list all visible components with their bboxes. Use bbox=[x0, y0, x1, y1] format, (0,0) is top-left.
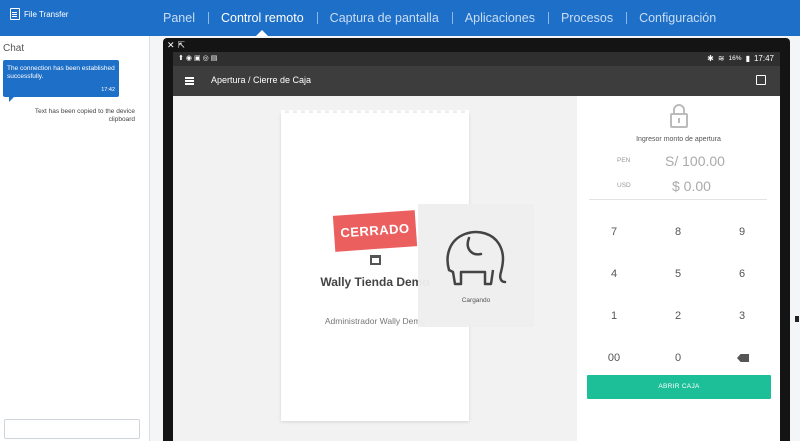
status-badge: CERRADO bbox=[332, 210, 418, 252]
android-status-bar: ⬆◉▣◎▤ ✱ ≋ 16% ▮ 17:47 bbox=[173, 52, 780, 66]
keypad-9[interactable]: 9 bbox=[722, 222, 762, 242]
nav-tabs: Panel Control remoto Captura de pantalla… bbox=[150, 0, 729, 36]
app-bar: Apertura / Cierre de Caja bbox=[173, 66, 780, 96]
wifi-icon: ≋ bbox=[717, 54, 725, 63]
tab-aplicaciones[interactable]: Aplicaciones bbox=[451, 0, 548, 36]
chat-message: The connection has been established succ… bbox=[3, 60, 119, 102]
keypad-6[interactable]: 6 bbox=[722, 264, 762, 284]
device-screen[interactable]: ⬆◉▣◎▤ ✱ ≋ 16% ▮ 17:47 Apertura / Cierre … bbox=[173, 52, 780, 441]
chat-panel: Chat The connection has been established… bbox=[0, 36, 150, 441]
divider bbox=[589, 199, 767, 200]
currency-code: USD bbox=[617, 182, 631, 189]
remote-device-frame: ✕ ⇱ ⬆◉▣◎▤ ✱ ≋ 16% ▮ 17:47 Apertura / Cie… bbox=[163, 38, 790, 441]
opening-panel: Ingresor monto de apertura PEN S/ 100.00… bbox=[577, 96, 780, 441]
elephant-icon bbox=[446, 230, 507, 286]
currency-row-usd[interactable]: USD $ 0.00 bbox=[577, 177, 780, 197]
brand-label: File Transfer bbox=[24, 9, 69, 19]
file-transfer-icon bbox=[10, 8, 20, 20]
tab-procesos[interactable]: Procesos bbox=[547, 0, 626, 36]
keypad-1[interactable]: 1 bbox=[594, 306, 634, 326]
opening-amount-label: Ingresor monto de apertura bbox=[636, 136, 721, 143]
currency-amount: S/ 100.00 bbox=[665, 153, 725, 169]
menu-icon[interactable] bbox=[185, 77, 194, 79]
loading-label: Cargando bbox=[461, 297, 491, 304]
keypad-7[interactable]: 7 bbox=[594, 222, 634, 242]
loading-overlay: Cargando bbox=[418, 204, 534, 327]
currency-amount: $ 0.00 bbox=[672, 178, 711, 194]
chat-system-note: Text has been copied to the device clipb… bbox=[34, 108, 135, 123]
expand-icon[interactable]: ⇱ bbox=[178, 40, 186, 51]
status-time: 17:47 bbox=[753, 54, 774, 63]
store-area: CERRADO Wally Tienda Demo Administrador … bbox=[173, 96, 577, 441]
currency-code: PEN bbox=[617, 157, 631, 164]
mouse-cursor-icon bbox=[795, 316, 799, 322]
tab-configuracion[interactable]: Configuración bbox=[626, 0, 729, 36]
tab-control-remoto[interactable]: Control remoto bbox=[207, 0, 317, 36]
chat-message-text: The connection has been established succ… bbox=[7, 65, 115, 80]
tab-panel[interactable]: Panel bbox=[150, 0, 208, 36]
keypad-8[interactable]: 8 bbox=[658, 222, 698, 242]
keypad-5[interactable]: 5 bbox=[658, 264, 698, 284]
chat-message-time: 17:42 bbox=[101, 87, 115, 93]
keypad-00[interactable]: 00 bbox=[594, 348, 634, 368]
bluetooth-icon: ✱ bbox=[707, 54, 714, 63]
backspace-icon[interactable] bbox=[737, 354, 749, 362]
keypad-4[interactable]: 4 bbox=[594, 264, 634, 284]
battery-icon: ▮ bbox=[745, 54, 750, 63]
page-title: Apertura / Cierre de Caja bbox=[211, 75, 312, 85]
close-icon[interactable]: ✕ bbox=[167, 40, 175, 51]
currency-row-pen[interactable]: PEN S/ 100.00 bbox=[577, 152, 780, 172]
chat-title: Chat bbox=[3, 43, 25, 54]
keypad-2[interactable]: 2 bbox=[658, 306, 698, 326]
status-right: ✱ ≋ 16% ▮ 17:47 bbox=[707, 54, 774, 63]
brand[interactable]: File Transfer bbox=[10, 8, 68, 20]
lock-icon bbox=[670, 104, 688, 128]
notification-icons: ⬆◉▣◎▤ bbox=[178, 55, 220, 62]
store-icon bbox=[370, 255, 381, 265]
receipt-icon[interactable] bbox=[756, 75, 766, 85]
keypad-3[interactable]: 3 bbox=[722, 306, 762, 326]
keypad-0[interactable]: 0 bbox=[658, 348, 698, 368]
abrir-caja-button[interactable]: ABRIR CAJA bbox=[587, 375, 771, 399]
tab-captura-de-pantalla[interactable]: Captura de pantalla bbox=[316, 0, 452, 36]
device-toolbar: ✕ ⇱ bbox=[167, 40, 185, 51]
battery-percent: 16% bbox=[728, 55, 742, 62]
chat-input[interactable] bbox=[4, 419, 140, 439]
top-navbar: File Transfer Panel Control remoto Captu… bbox=[0, 0, 800, 36]
